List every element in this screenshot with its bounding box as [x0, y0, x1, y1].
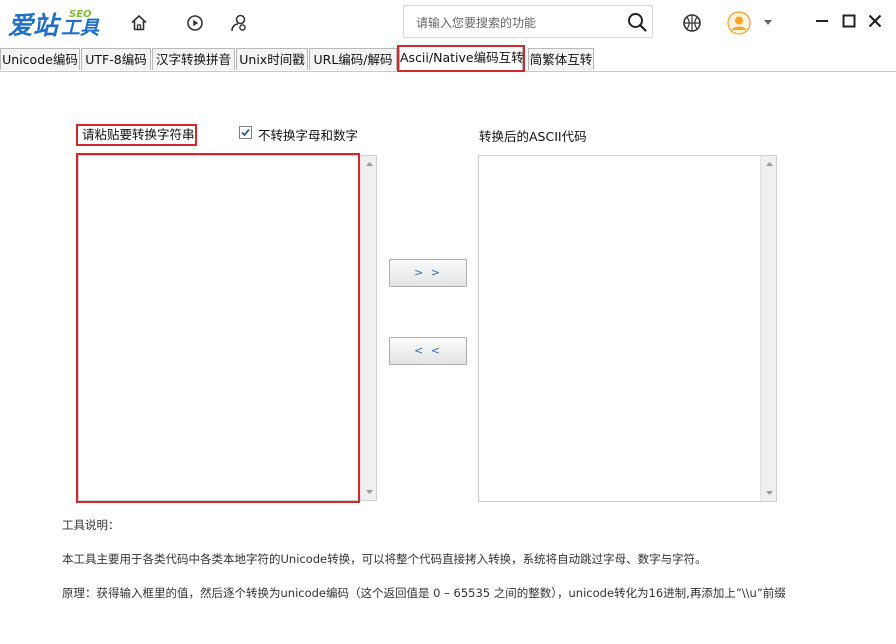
- scroll-up-icon[interactable]: [761, 156, 777, 172]
- convert-to-ascii-button[interactable]: > >: [389, 259, 467, 287]
- output-label: 转换后的ASCII代码: [479, 129, 587, 144]
- description-title: 工具说明：: [62, 518, 120, 532]
- avatar-icon[interactable]: [726, 10, 752, 36]
- scroll-down-icon[interactable]: [361, 484, 377, 500]
- tab-bar: Unicode编码 UTF-8编码 汉字转换拼音 Unix时间戳 URL编码/解…: [0, 44, 896, 72]
- svg-text:工具: 工具: [61, 17, 100, 39]
- tab-utf8[interactable]: UTF-8编码: [81, 48, 151, 70]
- tab-ascii-native[interactable]: Ascii/Native编码互转: [399, 46, 524, 70]
- tab-unicode[interactable]: Unicode编码: [0, 48, 80, 70]
- chevron-down-icon[interactable]: [759, 10, 777, 36]
- skip-alnum-label: 不转换字母和数字: [258, 128, 359, 143]
- app-logo: 爱站 工具 SEO: [6, 6, 110, 40]
- home-icon[interactable]: [126, 10, 152, 36]
- input-label: 请粘贴要转换字符串: [76, 124, 197, 146]
- maximize-icon[interactable]: [838, 10, 860, 32]
- checkmark-icon: [241, 128, 250, 137]
- output-scrollbar[interactable]: [760, 156, 776, 501]
- skip-alnum-checkbox[interactable]: [239, 126, 252, 139]
- tab-pinyin[interactable]: 汉字转换拼音: [152, 48, 235, 70]
- scroll-down-icon[interactable]: [761, 485, 777, 501]
- logo-badge: SEO: [69, 9, 92, 20]
- input-textarea[interactable]: [79, 156, 363, 504]
- output-textarea[interactable]: [479, 156, 764, 505]
- convert-to-native-button[interactable]: < <: [389, 337, 467, 365]
- description-line-1: 本工具主要用于各类代码中各类本地字符的Unicode转换，可以将整个代码直接拷入…: [62, 552, 707, 566]
- scroll-up-icon[interactable]: [361, 156, 377, 172]
- svg-text:爱站: 爱站: [8, 11, 62, 40]
- input-scrollbar[interactable]: [360, 156, 376, 500]
- search-box: [403, 5, 653, 38]
- search-input[interactable]: [414, 12, 618, 34]
- input-textarea-container: [78, 155, 377, 504]
- basketball-icon[interactable]: [679, 10, 705, 36]
- tab-simplified-traditional[interactable]: 简繁体互转: [528, 48, 594, 70]
- play-circle-icon[interactable]: [182, 10, 208, 36]
- title-bar: 爱站 工具 SEO: [0, 0, 896, 44]
- tab-unix-time[interactable]: Unix时间戳: [236, 48, 308, 70]
- user-key-icon[interactable]: [226, 10, 252, 36]
- search-icon[interactable]: [626, 11, 648, 33]
- tab-url-encode[interactable]: URL编码/解码: [309, 48, 397, 70]
- description-line-2: 原理：获得输入框里的值，然后逐个转换为unicode编码（这个返回值是 0 – …: [62, 586, 786, 600]
- output-textarea-container: [478, 155, 777, 505]
- close-icon[interactable]: [864, 10, 886, 32]
- minimize-icon[interactable]: [811, 10, 833, 32]
